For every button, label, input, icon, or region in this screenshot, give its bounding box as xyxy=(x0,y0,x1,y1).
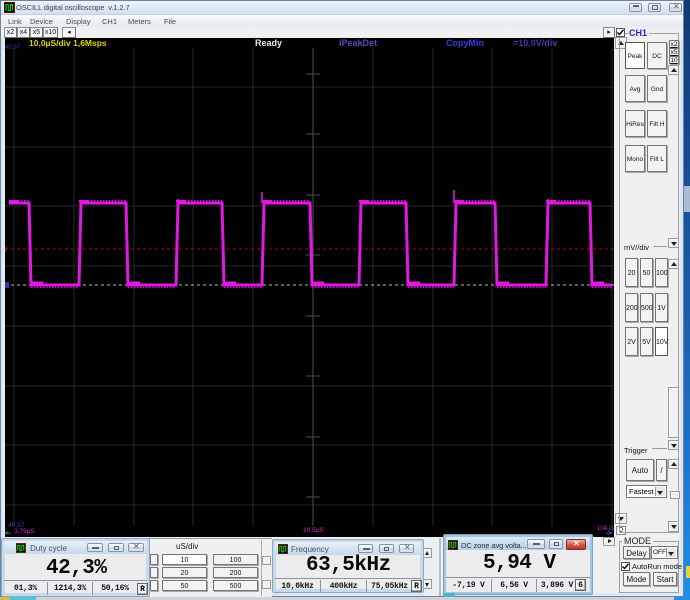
svg-text:iPeakDet: iPeakDet xyxy=(339,38,377,48)
svg-text:<-: <- xyxy=(5,530,11,537)
svg-text:Ready: Ready xyxy=(255,38,282,48)
svg-text:3,79µS: 3,79µS xyxy=(14,528,35,535)
svg-text:CopyMin: CopyMin xyxy=(446,38,484,48)
svg-text:=10,0V/div: =10,0V/div xyxy=(513,38,557,48)
svg-text:40,97: 40,97 xyxy=(5,45,21,51)
svg-text:10,5µS: 10,5µS xyxy=(303,527,324,534)
svg-text:->: -> xyxy=(606,530,612,537)
svg-text:10,0µS/div 1,6Msps: 10,0µS/div 1,6Msps xyxy=(29,38,107,48)
